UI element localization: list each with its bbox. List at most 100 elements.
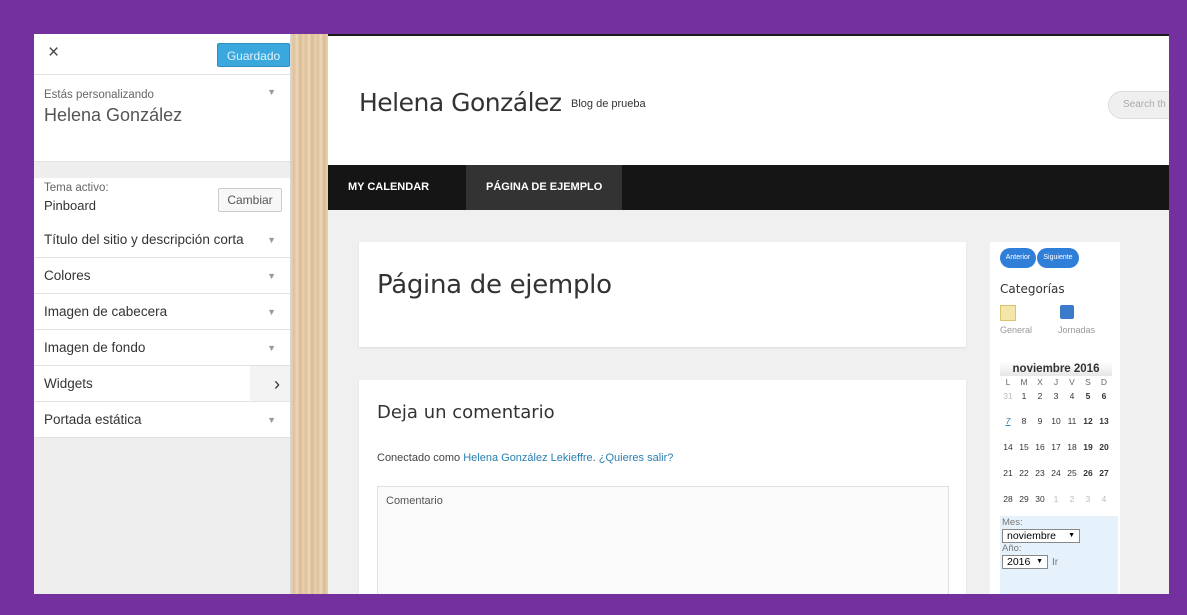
section-header-image[interactable]: Imagen de cabecera ▼ [34, 294, 290, 330]
section-static-front-page[interactable]: Portada estática ▼ [34, 402, 290, 438]
calendar-day: 3 [1053, 391, 1059, 401]
calendar-day: 14 [1003, 442, 1013, 452]
categories-title: Categorías [1000, 282, 1065, 296]
saved-button[interactable]: Guardado [217, 43, 290, 67]
month-label: Mes: [1002, 517, 1023, 528]
site-preview: Helena González Blog de prueba Search th… [328, 34, 1169, 594]
calendar-day: 4 [1069, 391, 1075, 401]
calendar-day: 28 [1003, 494, 1013, 504]
calendar-weekdays: L M X J V S D [1000, 376, 1112, 388]
page-card: Página de ejemplo [359, 242, 966, 347]
user-link[interactable]: Helena González Lekieffre [463, 452, 592, 464]
calendar-day: 6 [1101, 391, 1107, 401]
chevron-down-icon: ▼ [267, 343, 276, 353]
chevron-down-icon: ▼ [267, 271, 276, 281]
chevron-down-icon: ▼ [267, 415, 276, 425]
calendar-day: 2 [1069, 494, 1075, 504]
site-title[interactable]: Helena González [359, 88, 562, 117]
customizing-info[interactable]: Estás personalizando Helena González ▼ [34, 75, 290, 162]
weekday: S [1085, 377, 1091, 387]
nav-item-my-calendar[interactable]: MY CALENDAR [328, 165, 449, 210]
search-input[interactable]: Search th [1108, 91, 1169, 119]
logout-link[interactable]: ¿Quieres salir? [599, 452, 674, 464]
calendar-day: 16 [1035, 442, 1045, 452]
archive-selector: Mes: noviembre ▼ Año: 2016 ▼ Ir [1000, 516, 1118, 594]
calendar-day: 2 [1037, 391, 1043, 401]
section-label: Imagen de cabecera [44, 304, 168, 319]
calendar-day: 24 [1051, 468, 1061, 478]
calendar-week: 28 29 30 1 2 3 4 [1000, 486, 1112, 512]
year-label: Año: [1002, 543, 1022, 554]
calendar-day: 13 [1099, 416, 1109, 426]
calendar-day: 18 [1067, 442, 1077, 452]
calendar-day-link[interactable]: 7 [1000, 408, 1016, 434]
customizing-site-name: Helena González [44, 105, 183, 125]
calendar-day: 21 [1003, 468, 1013, 478]
calendar-day: 3 [1085, 494, 1091, 504]
weekday: L [1005, 377, 1011, 387]
calendar-week: 21 22 23 24 25 26 27 [1000, 460, 1112, 486]
site-tagline: Blog de prueba [571, 98, 646, 110]
calendar-day: 1 [1021, 391, 1027, 401]
active-theme-name: Pinboard [44, 198, 97, 213]
logged-prefix: Conectado como [377, 452, 464, 464]
year-select[interactable]: 2016 ▼ [1002, 555, 1048, 569]
customizing-label: Estás personalizando [44, 89, 154, 101]
change-theme-button[interactable]: Cambiar [218, 188, 282, 212]
category-general[interactable]: General [1000, 325, 1032, 335]
next-button[interactable]: Siguiente [1037, 248, 1079, 268]
section-label: Portada estática [44, 412, 142, 427]
nav-item-pagina-de-ejemplo[interactable]: PÁGINA DE EJEMPLO [466, 165, 623, 210]
weekday: X [1037, 377, 1043, 387]
calendar-day: 26 [1083, 468, 1093, 478]
calendar-day: 30 [1035, 494, 1045, 504]
calendar-day: 8 [1021, 416, 1027, 426]
weekday: M [1020, 377, 1028, 387]
section-site-identity[interactable]: Título del sitio y descripción corta ▼ [34, 222, 290, 258]
calendar-day: 23 [1035, 468, 1045, 478]
close-icon[interactable]: × [48, 43, 59, 63]
section-widgets[interactable]: Widgets › [34, 366, 290, 402]
calendar-day: 1 [1053, 494, 1059, 504]
calendar-day: 12 [1083, 416, 1093, 426]
chevron-right-icon: › [274, 374, 280, 394]
calendar-icon[interactable] [1000, 305, 1016, 321]
section-background-image[interactable]: Imagen de fondo ▼ [34, 330, 290, 366]
section-label: Título del sitio y descripción corta [44, 232, 244, 247]
customizer-sidebar: × Guardado Estás personalizando Helena G… [34, 34, 291, 594]
prev-button[interactable]: Anterior [1000, 248, 1036, 268]
active-theme-box: Tema activo: Pinboard Cambiar [34, 178, 290, 223]
category-image-icon[interactable] [1060, 305, 1074, 319]
customizer-header: × Guardado [34, 34, 290, 75]
weekday: D [1100, 377, 1108, 387]
calendar-day: 17 [1051, 442, 1061, 452]
wood-background [291, 34, 328, 594]
chevron-down-icon: ▼ [267, 307, 276, 317]
month-select-value: noviembre [1007, 530, 1057, 542]
weekday: J [1053, 377, 1059, 387]
customizer-sections: Título del sitio y descripción corta ▼ C… [34, 222, 290, 438]
comment-card: Deja un comentario Conectado como Helena… [359, 380, 966, 594]
calendar-day: 31 [1003, 391, 1013, 401]
main-nav: MY CALENDAR PÁGINA DE EJEMPLO [328, 165, 1169, 210]
year-select-value: 2016 [1007, 556, 1031, 568]
comment-title: Deja un comentario [377, 402, 555, 423]
calendar-day: 15 [1019, 442, 1029, 452]
site-header: Helena González Blog de prueba Search th [328, 34, 1169, 167]
calendar-day: 20 [1099, 442, 1109, 452]
month-select[interactable]: noviembre ▼ [1002, 529, 1080, 543]
calendar-week: 31 1 2 3 4 5 6 [1000, 388, 1112, 408]
comment-textarea[interactable]: Comentario [377, 486, 949, 594]
calendar-day: 4 [1101, 494, 1107, 504]
section-label: Colores [44, 268, 91, 283]
calendar-day: 27 [1099, 468, 1109, 478]
chevron-bg [250, 366, 290, 401]
dropdown-arrow-icon: ▼ [1068, 532, 1075, 539]
go-button[interactable]: Ir [1052, 557, 1058, 568]
calendar-day: 29 [1019, 494, 1029, 504]
calendar-title: noviembre 2016 [1000, 362, 1112, 376]
weekday: V [1069, 377, 1075, 387]
section-colors[interactable]: Colores ▼ [34, 258, 290, 294]
category-jornadas[interactable]: Jornadas [1058, 325, 1095, 335]
